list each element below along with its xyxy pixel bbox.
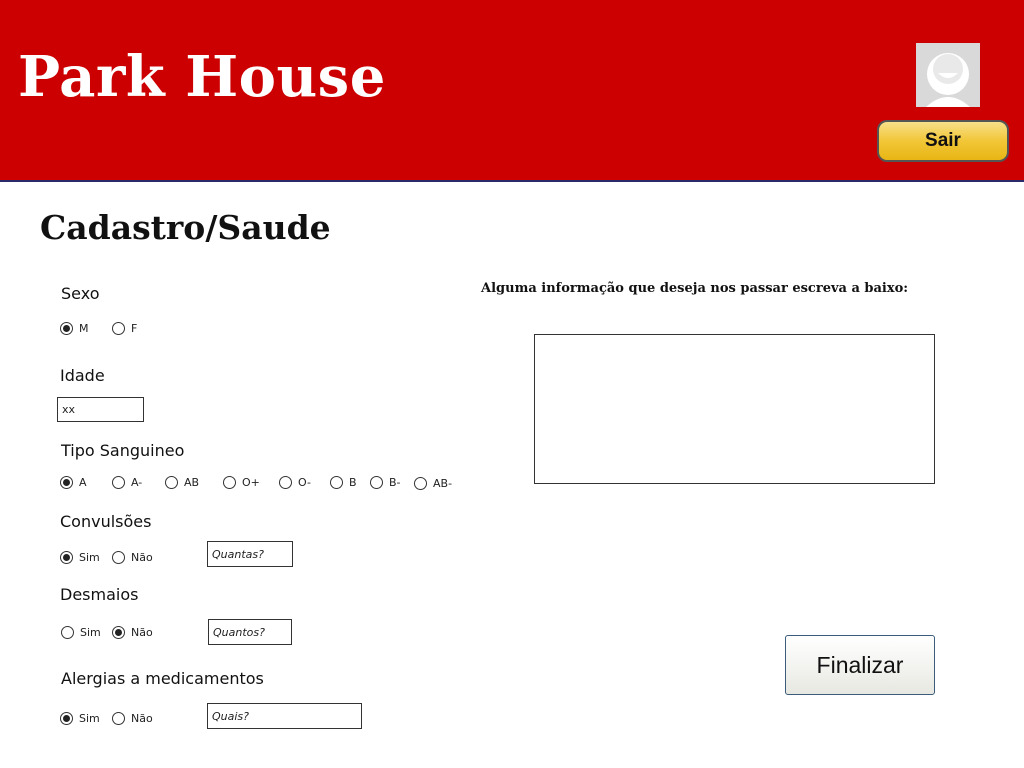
convulsoes-count-field[interactable] <box>207 541 293 567</box>
radio-checked-icon <box>60 476 73 489</box>
radio-unchecked-icon <box>330 476 343 489</box>
page-title: Cadastro/Saude <box>40 208 331 247</box>
radio-unchecked-icon <box>112 712 125 725</box>
option-label: O+ <box>242 476 260 489</box>
option-label: M <box>79 322 89 335</box>
alergias-option-sim[interactable]: Sim <box>60 712 100 725</box>
blood-option-ab[interactable]: AB <box>165 476 199 489</box>
app-title: Park House <box>18 44 386 110</box>
radio-checked-icon <box>60 551 73 564</box>
option-label: Sim <box>80 626 101 639</box>
blood-option-a[interactable]: A <box>60 476 87 489</box>
radio-unchecked-icon <box>61 626 74 639</box>
blood-option-o-neg[interactable]: O- <box>279 476 311 489</box>
option-label: AB- <box>433 477 453 490</box>
radio-unchecked-icon <box>279 476 292 489</box>
radio-unchecked-icon <box>112 476 125 489</box>
header-bar: Park House Sair <box>0 0 1024 182</box>
option-label: A- <box>131 476 143 489</box>
desmaios-option-nao[interactable]: Não <box>112 626 153 639</box>
radio-unchecked-icon <box>414 477 427 490</box>
option-label: B- <box>389 476 401 489</box>
sexo-label: Sexo <box>61 284 100 303</box>
blood-option-o-pos[interactable]: O+ <box>223 476 260 489</box>
logout-button[interactable]: Sair <box>877 120 1009 162</box>
desmaios-label: Desmaios <box>60 585 139 604</box>
notes-label: Alguma informação que deseja nos passar … <box>481 281 909 296</box>
radio-unchecked-icon <box>112 551 125 564</box>
blood-option-b[interactable]: B <box>330 476 357 489</box>
option-label: A <box>79 476 87 489</box>
tipo-sanguineo-label: Tipo Sanguineo <box>61 441 185 460</box>
option-label: B <box>349 476 357 489</box>
sexo-option-f[interactable]: F <box>112 322 137 335</box>
radio-unchecked-icon <box>165 476 178 489</box>
alergias-label: Alergias a medicamentos <box>61 669 264 688</box>
blood-option-a-neg[interactable]: A- <box>112 476 142 489</box>
radio-checked-icon <box>60 712 73 725</box>
notes-textarea[interactable] <box>534 334 935 484</box>
option-label: Não <box>131 626 153 639</box>
option-label: O- <box>298 476 311 489</box>
avatar[interactable] <box>916 43 980 107</box>
desmaios-count-field[interactable] <box>208 619 292 645</box>
idade-field[interactable] <box>57 397 144 422</box>
sexo-option-m[interactable]: M <box>60 322 89 335</box>
option-label: Não <box>131 712 153 725</box>
user-avatar-icon <box>916 43 980 107</box>
radio-checked-icon <box>60 322 73 335</box>
finish-button[interactable]: Finalizar <box>785 635 935 695</box>
radio-unchecked-icon <box>112 322 125 335</box>
convulsoes-option-sim[interactable]: Sim <box>60 551 100 564</box>
alergias-option-nao[interactable]: Não <box>112 712 153 725</box>
option-label: AB <box>184 476 200 489</box>
convulsoes-label: Convulsões <box>60 512 152 531</box>
blood-option-b-neg[interactable]: B- <box>370 476 401 489</box>
option-label: Sim <box>79 551 100 564</box>
desmaios-option-sim[interactable]: Sim <box>61 626 101 639</box>
option-label: F <box>131 322 138 335</box>
radio-unchecked-icon <box>370 476 383 489</box>
option-label: Não <box>131 551 153 564</box>
radio-unchecked-icon <box>223 476 236 489</box>
option-label: Sim <box>79 712 100 725</box>
blood-option-ab-neg[interactable]: AB- <box>414 477 452 490</box>
idade-label: Idade <box>60 366 105 385</box>
convulsoes-option-nao[interactable]: Não <box>112 551 153 564</box>
alergias-which-field[interactable] <box>207 703 362 729</box>
radio-checked-icon <box>112 626 125 639</box>
